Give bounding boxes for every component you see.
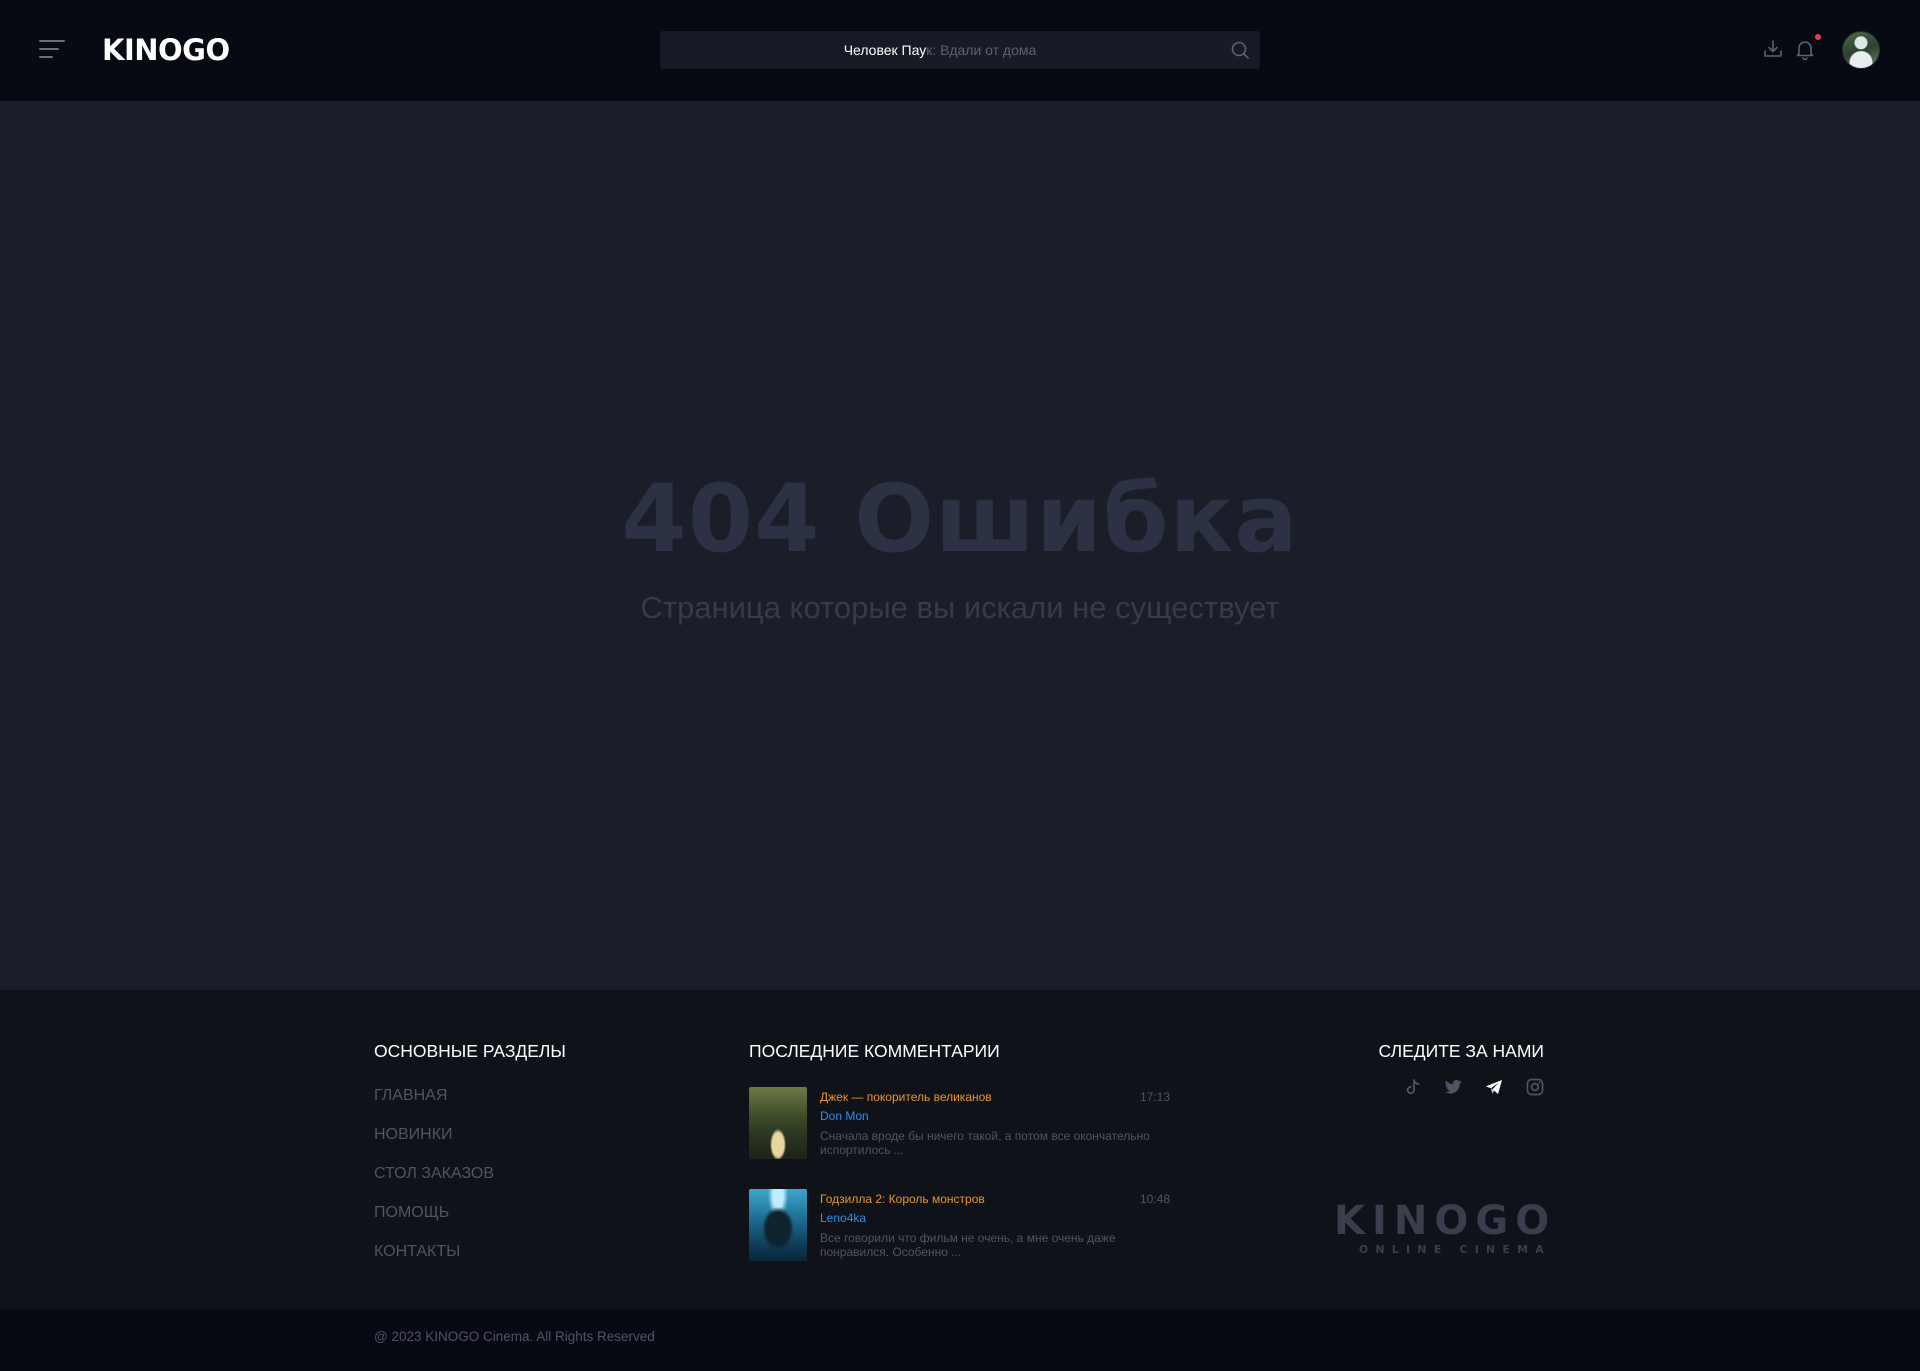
- copyright-bar: [0, 1310, 1920, 1371]
- footer-link-orders[interactable]: СТОЛ ЗАКАЗОВ: [374, 1164, 494, 1184]
- movie-poster-thumbnail[interactable]: [749, 1087, 807, 1159]
- comments-title: ПОСЛЕДНИЕ КОММЕНТАРИИ: [749, 1041, 1000, 1061]
- comment-username[interactable]: Don Mon: [820, 1109, 869, 1123]
- error-title: 404 Ошибка: [621, 465, 1299, 574]
- footer-logo-sub: ONLINE CINEMA: [1358, 1243, 1551, 1256]
- twitter-icon[interactable]: [1443, 1077, 1463, 1097]
- follow-title: СЛЕДИТЕ ЗА НАМИ: [1378, 1041, 1544, 1061]
- footer-link-home[interactable]: ГЛАВНАЯ: [374, 1086, 447, 1106]
- comment-movie-title[interactable]: Джек — покоритель великанов: [820, 1090, 992, 1104]
- download-icon[interactable]: [1762, 38, 1784, 60]
- comment-username[interactable]: Leno4ka: [820, 1211, 866, 1225]
- instagram-icon[interactable]: [1525, 1077, 1545, 1097]
- movie-poster-thumbnail[interactable]: [749, 1189, 807, 1261]
- search-icon[interactable]: [1230, 40, 1250, 60]
- comment-item: Годзилла 2: Король монстров 10:48 Leno4k…: [749, 1189, 1170, 1261]
- comment-text: Сначала вроде бы ничего такой, а потом в…: [820, 1129, 1150, 1157]
- notification-dot: [1815, 34, 1821, 40]
- site-logo[interactable]: KINOGO: [102, 30, 230, 70]
- comment-movie-title[interactable]: Годзилла 2: Король монстров: [820, 1192, 985, 1206]
- footer-link-contacts[interactable]: КОНТАКТЫ: [374, 1242, 460, 1262]
- copyright-text: @ 2023 KINOGO Cinema. All Rights Reserve…: [374, 1329, 655, 1344]
- avatar[interactable]: [1842, 31, 1880, 69]
- bell-icon[interactable]: [1794, 38, 1816, 60]
- comment-item: Джек — покоритель великанов 17:13 Don Mo…: [749, 1087, 1170, 1159]
- sections-title: ОСНОВНЫЕ РАЗДЕЛЫ: [374, 1041, 566, 1061]
- search-typed-text: Человек Пау: [843, 42, 927, 58]
- search-input[interactable]: Человек Паук: Вдали от дома: [660, 31, 1260, 69]
- footer-link-help[interactable]: ПОМОЩЬ: [374, 1203, 449, 1223]
- top-header: KINOGO Человек Паук: Вдали от дома: [0, 0, 1920, 101]
- tiktok-icon[interactable]: [1403, 1077, 1423, 1097]
- footer-link-new[interactable]: НОВИНКИ: [374, 1125, 453, 1145]
- comment-time: 17:13: [1139, 1090, 1170, 1104]
- comment-text: Все говорили что фильм не очень, а мне о…: [820, 1231, 1116, 1259]
- search-placeholder: к: Вдали от дома: [926, 42, 1037, 58]
- search-field-text[interactable]: Человек Паук: Вдали от дома: [660, 31, 1220, 69]
- error-subtitle: Страница которые вы искали не существует: [640, 590, 1280, 625]
- menu-icon[interactable]: [39, 40, 65, 58]
- footer-logo-main: KINOGO: [1334, 1198, 1557, 1244]
- comment-time: 10:48: [1139, 1192, 1170, 1206]
- telegram-icon[interactable]: [1484, 1077, 1504, 1097]
- footer-brand-logo: KINOGO ONLINE CINEMA: [1334, 1198, 1557, 1258]
